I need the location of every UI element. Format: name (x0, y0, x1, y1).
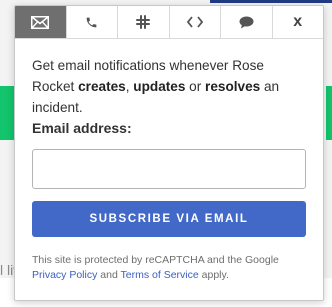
terms-of-service-link[interactable]: Terms of Service (121, 269, 199, 281)
subscribe-tabs: x (15, 6, 323, 39)
legal-text-suffix: apply. (198, 269, 229, 281)
privacy-policy-link[interactable]: Privacy Policy (32, 269, 97, 281)
background-status-banner-left (0, 86, 14, 140)
recaptcha-notice: This site is protected by reCAPTCHA and … (32, 253, 306, 283)
page-background: l liv x Get email notifications whenever… (0, 0, 332, 307)
tab-webhook[interactable] (170, 6, 221, 38)
description-updates: updates (133, 79, 186, 94)
tab-close[interactable]: x (273, 6, 324, 38)
background-top-bar (210, 0, 332, 3)
description-resolves: resolves (205, 79, 261, 94)
slack-icon (136, 15, 151, 29)
tab-slack[interactable] (118, 6, 170, 38)
tab-chat[interactable] (221, 6, 273, 38)
envelope-icon (31, 15, 50, 29)
email-label: Email address: (32, 120, 132, 136)
subscribe-popup: x Get email notifications whenever Rose … (14, 5, 324, 301)
description-or: or (185, 79, 206, 94)
code-icon (186, 16, 203, 28)
email-subscribe-panel: Get email notifications whenever Rose Ro… (15, 39, 323, 283)
tab-email[interactable] (15, 6, 67, 38)
speech-bubble-icon (239, 16, 254, 29)
background-status-banner-right (326, 86, 332, 140)
subscribe-button[interactable]: SUBSCRIBE VIA EMAIL (32, 201, 306, 237)
legal-text-prefix: This site is protected by reCAPTCHA and … (32, 254, 279, 266)
close-icon: x (293, 13, 303, 30)
phone-icon (85, 16, 98, 29)
legal-text-and: and (97, 269, 121, 281)
tab-sms[interactable] (67, 6, 118, 38)
email-input[interactable] (32, 149, 306, 189)
subscribe-description: Get email notifications whenever Rose Ro… (32, 55, 306, 118)
description-creates: creates (78, 79, 126, 94)
